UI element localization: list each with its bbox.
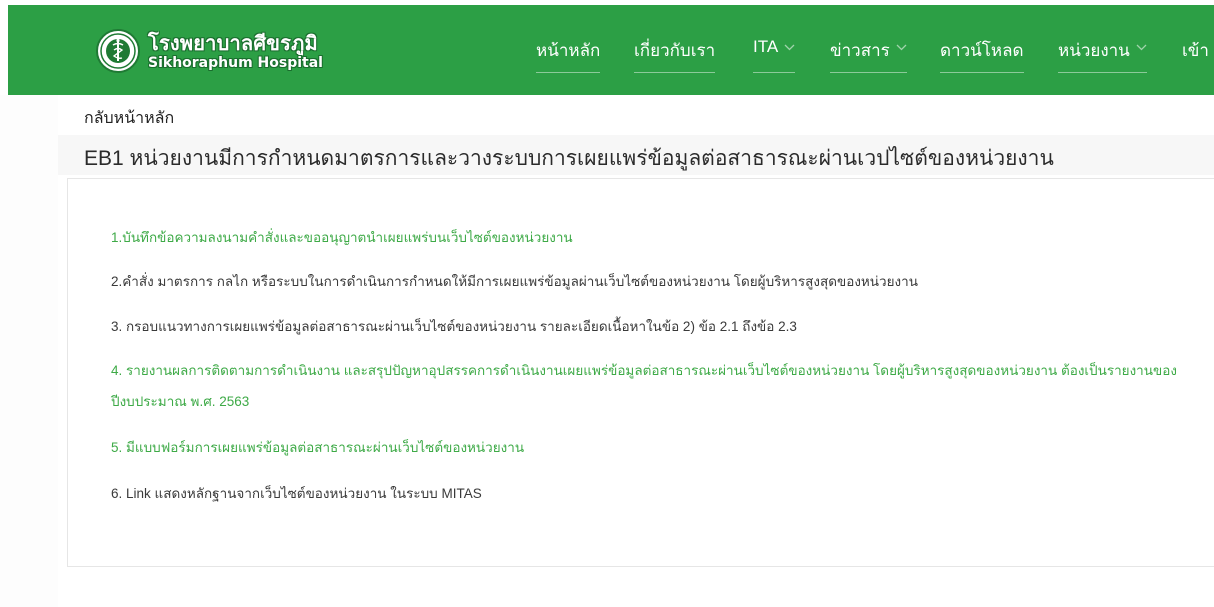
nav-item-departments[interactable]: หน่วยงาน [1058,33,1147,73]
nav-item-ita[interactable]: ITA [753,33,796,73]
chevron-down-icon [896,37,907,57]
page-title: EB1 หน่วยงานมีการกำหนดมาตรการและวางระบบก… [84,147,1054,170]
main-nav: หน้าหลัก เกี่ยวกับเรา ITA ข่าวสาร ดาวน์โ… [8,5,1214,95]
nav-item-label: หน้าหลัก [536,41,601,60]
nav-item-download[interactable]: ดาวน์โหลด [940,33,1024,73]
nav-item-label: ดาวน์โหลด [940,41,1024,60]
list-item-link[interactable]: 5. มีแบบฟอร์มการเผยแพร่ข้อมูลต่อสาธารณะผ… [111,432,524,463]
nav-item-label: ITA [753,37,779,56]
left-gutter [0,95,58,607]
page: โรงพยาบาลศีขรภูมิ Sikhoraphum Hospital ห… [0,0,1214,607]
nav-item-label: หน่วยงาน [1058,41,1130,60]
list-item-link[interactable]: 4. รายงานผลการติดตามการดำเนินงาน และสรุป… [111,355,1201,417]
nav-item-home[interactable]: หน้าหลัก [536,33,601,73]
nav-item-label: เข้า [1182,41,1209,60]
list-item: 3. กรอบแนวทางการเผยแพร่ข้อมูลต่อสาธารณะผ… [111,319,797,334]
nav-item-login[interactable]: เข้า [1182,33,1209,73]
back-to-home-link[interactable]: กลับหน้าหลัก [84,106,174,131]
chevron-down-icon [1136,37,1147,57]
nav-item-label: เกี่ยวกับเรา [634,41,716,60]
nav-item-label: ข่าวสาร [830,41,890,60]
nav-item-news[interactable]: ข่าวสาร [830,33,907,73]
nav-item-about[interactable]: เกี่ยวกับเรา [634,33,716,73]
list-item: 2.คำสั่ง มาตรการ กลไก หรือระบบในการดำเนิ… [111,274,918,289]
site-header: โรงพยาบาลศีขรภูมิ Sikhoraphum Hospital ห… [8,5,1214,95]
list-item: 6. Link แสดงหลักฐานจากเว็บไซต์ของหน่วยงา… [111,486,482,501]
list-item-link[interactable]: 1.บันทึกข้อความลงนามคำสั่งและขออนุญาตนำเ… [111,222,573,253]
chevron-down-icon [784,37,795,57]
